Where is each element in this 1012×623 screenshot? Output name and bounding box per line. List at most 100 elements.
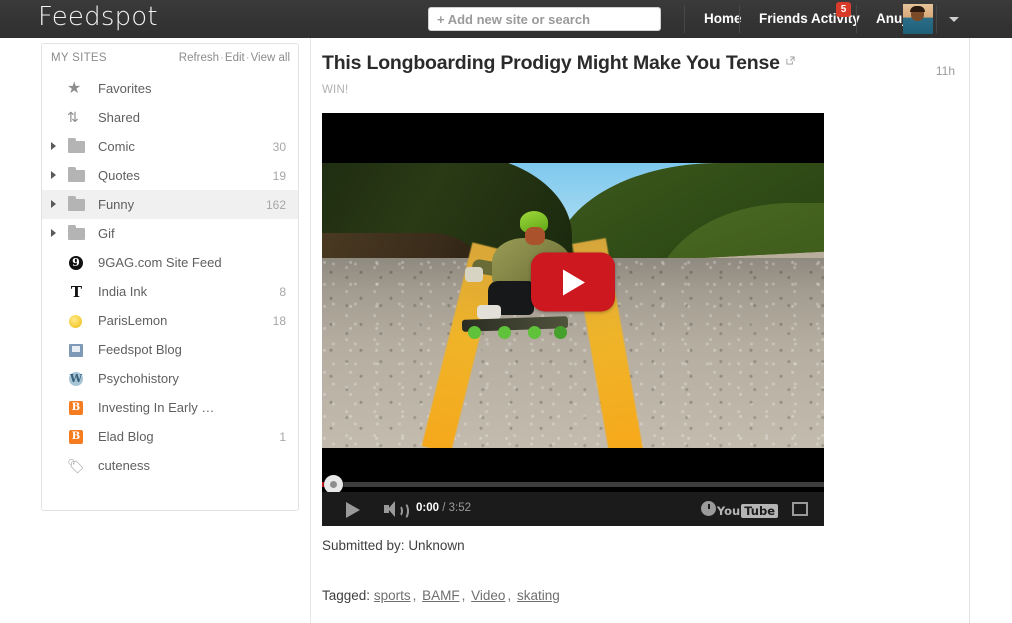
sidebar-item-label: Shared: [98, 110, 140, 125]
control-bar: 0:00 / 3:52 You Tube: [322, 492, 824, 526]
tag-link[interactable]: skating: [517, 588, 560, 603]
longboard-wheel: [528, 326, 541, 339]
sidebar-item-label: 9GAG.com Site Feed: [98, 255, 222, 270]
sidebar-item-shared[interactable]: ⇅ Shared: [42, 103, 298, 132]
folder-icon: [64, 224, 90, 244]
sidebar-item-feedspot-blog[interactable]: Feedspot Blog: [42, 335, 298, 364]
rider-shoe: [477, 305, 501, 319]
tag-icon: 🏷: [67, 457, 85, 474]
sidebar-item-count: 162: [265, 197, 286, 212]
tag-link[interactable]: Video: [471, 588, 505, 603]
sidebar-list: ★ Favorites ⇅ Shared Comic 30 Quotes 19 …: [42, 74, 298, 480]
sidebar-title: MY SITES: [51, 52, 107, 64]
tagged-label: Tagged:: [322, 588, 371, 603]
sidebar-item-count: 19: [272, 168, 286, 183]
wordpress-icon: W: [69, 371, 83, 386]
refresh-link[interactable]: Refresh: [179, 52, 219, 64]
external-link-icon[interactable]: [786, 56, 795, 65]
feedspot-logo[interactable]: Feedspot: [38, 2, 158, 32]
video-thumbnail[interactable]: [322, 113, 824, 450]
star-icon: ★: [67, 79, 82, 97]
longboard-wheel: [554, 326, 567, 339]
progress-bar-track[interactable]: [322, 482, 824, 487]
sidebar-item-gif[interactable]: Gif: [42, 219, 298, 248]
nav-divider: [684, 5, 685, 33]
edit-link[interactable]: Edit: [225, 52, 245, 64]
youtube-tube-text: Tube: [741, 503, 778, 518]
youtube-logo[interactable]: You Tube: [716, 502, 778, 518]
user-menu-button[interactable]: [940, 0, 970, 38]
nav-divider: [936, 5, 937, 33]
volume-icon[interactable]: [384, 501, 409, 520]
sidebar-item-label: ParisLemon: [98, 313, 168, 328]
sidebar-item-label: Funny: [98, 197, 135, 212]
sidebar-actions: Refresh·Edit·View all: [179, 52, 290, 64]
nav-friends-activity[interactable]: Friends Activity: [745, 0, 874, 38]
sidebar-item-label: Psychohistory: [98, 371, 179, 386]
view-all-link[interactable]: View all: [251, 52, 290, 64]
video-controls: 0:00 / 3:52 You Tube: [322, 450, 824, 526]
feedspot-icon: [64, 340, 90, 360]
feedspot-page: Feedspot Home Friends Activity 5 Anuj MY…: [0, 0, 1012, 623]
lemon-icon: [64, 311, 90, 331]
sidebar-item-label: India Ink: [98, 284, 148, 299]
sidebar-item-parislemon[interactable]: ParisLemon 18: [42, 306, 298, 335]
sidebar-item-cuteness[interactable]: 🏷 cuteness: [42, 451, 298, 480]
expand-arrow[interactable]: [42, 225, 64, 243]
avatar-hair: [910, 6, 925, 12]
longboard-wheel: [468, 326, 481, 339]
youtube-you-text: You: [716, 503, 741, 518]
duration: 3:52: [448, 502, 472, 514]
blogger-icon: B: [64, 427, 90, 447]
rider-glove: [465, 267, 483, 282]
expand-arrow[interactable]: [42, 196, 64, 214]
expand-arrow[interactable]: [42, 167, 64, 185]
nav-divider: [739, 5, 740, 33]
search-input[interactable]: [428, 7, 661, 31]
friends-activity-badge: 5: [836, 2, 851, 17]
tag-link[interactable]: BAMF: [422, 588, 460, 603]
folder-icon: [64, 166, 90, 186]
fullscreen-icon[interactable]: [792, 502, 808, 516]
sidebar-item-quotes[interactable]: Quotes 19: [42, 161, 298, 190]
play-button-overlay[interactable]: [531, 252, 615, 311]
sidebar-item-funny[interactable]: Funny 162: [42, 190, 298, 219]
watch-later-icon[interactable]: [701, 501, 716, 516]
nav-divider: [856, 5, 857, 33]
article-timestamp: 11h: [935, 64, 955, 78]
shared-icon: ⇅: [67, 109, 79, 126]
tag-separator: ,: [461, 588, 466, 603]
video-player[interactable]: 0:00 / 3:52 You Tube: [322, 113, 824, 526]
expand-arrow[interactable]: [42, 138, 64, 156]
sidebar-item-count: 8: [279, 284, 286, 299]
tag-link[interactable]: sports: [374, 588, 411, 603]
longboard-wheel: [498, 326, 511, 339]
sidebar-item-comic[interactable]: Comic 30: [42, 132, 298, 161]
time-display: 0:00 / 3:52: [416, 502, 471, 514]
sidebar-item-favorites[interactable]: ★ Favorites: [42, 74, 298, 103]
play-button[interactable]: [346, 502, 360, 518]
sidebar-header: MY SITES Refresh·Edit·View all: [42, 52, 298, 72]
sidebar-item-count: 30: [272, 139, 286, 154]
sidebar-item-india-ink[interactable]: T India Ink 8: [42, 277, 298, 306]
sidebar-item-label: Feedspot Blog: [98, 342, 182, 357]
content-right-divider: [969, 38, 970, 623]
sidebar-content-divider: [310, 38, 311, 623]
top-navbar: Feedspot Home Friends Activity 5 Anuj: [0, 0, 1012, 38]
chevron-down-icon: [949, 17, 959, 22]
submitted-label: Submitted by:: [322, 538, 405, 553]
nytimes-icon: T: [70, 282, 83, 301]
submitted-value: Unknown: [408, 538, 465, 553]
sidebar-item-9gag[interactable]: 9 9GAG.com Site Feed: [42, 248, 298, 277]
ninegag-icon: 9: [64, 253, 90, 273]
time-separator: /: [439, 502, 449, 514]
tags-row: Tagged: sports, BAMF, Video, skating: [322, 588, 560, 603]
rider-face: [525, 227, 545, 245]
sidebar-item-label: Elad Blog: [98, 429, 154, 444]
article-source[interactable]: WIN!: [322, 84, 962, 96]
sidebar-item-elad-blog[interactable]: B Elad Blog 1: [42, 422, 298, 451]
sidebar-item-psychohistory[interactable]: W Psychohistory: [42, 364, 298, 393]
page-title[interactable]: This Longboarding Prodigy Might Make You…: [322, 52, 780, 74]
sidebar-item-investing-in-early[interactable]: B Investing In Early …: [42, 393, 298, 422]
avatar[interactable]: [903, 4, 933, 34]
